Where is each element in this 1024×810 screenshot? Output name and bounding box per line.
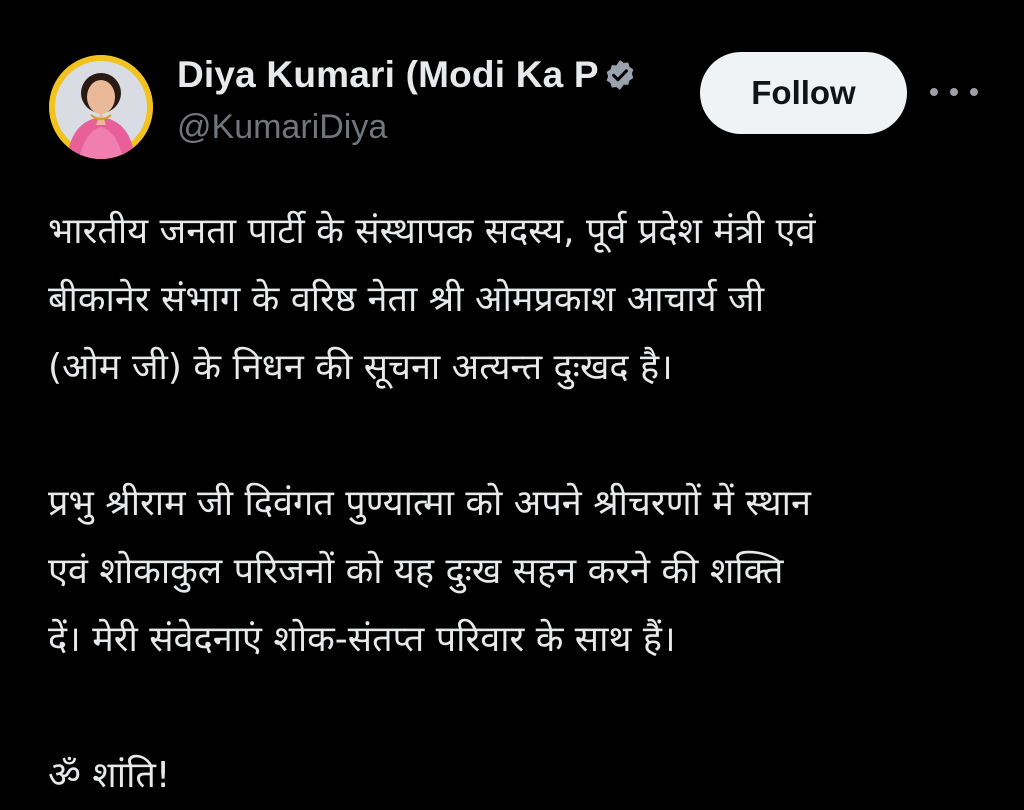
avatar[interactable] [49,55,153,159]
tweet-text-line: प्रभु श्रीराम जी दिवंगत पुण्यात्मा को अप… [48,483,811,524]
more-dot [930,88,938,96]
tweet-text-line: भारतीय जनता पार्टी के संस्थापक सदस्य, पू… [48,211,816,252]
tweet-text-line: एवं शोकाकुल परिजनों को यह दुःख सहन करने … [48,551,784,592]
more-dot [950,88,958,96]
author-handle[interactable]: @KumariDiya [177,108,387,147]
more-options-icon[interactable] [930,74,978,110]
author-name-row[interactable]: Diya Kumari (Modi Ka P [177,50,637,100]
tweet-text-line: (ओम जी) के निधन की सूचना अत्यन्त दुःखद ह… [48,347,673,388]
avatar-image [49,55,153,159]
verified-badge-icon[interactable] [603,58,637,92]
tweet-text-line: ॐ शांति! [48,755,171,796]
tweet-text: भारतीय जनता पार्टी के संस्थापक सदस्य, पू… [48,198,1008,810]
tweet-text-line: बीकानेर संभाग के वरिष्ठ नेता श्री ओमप्रक… [48,279,765,320]
tweet-header: Diya Kumari (Modi Ka P @KumariDiya Follo… [0,0,1024,170]
author-display-name[interactable]: Diya Kumari (Modi Ka P [177,54,599,96]
tweet-text-line: दें। मेरी संवेदनाएं शोक-संतप्त परिवार के… [48,619,676,660]
more-dot [970,88,978,96]
follow-button[interactable]: Follow [700,52,907,134]
